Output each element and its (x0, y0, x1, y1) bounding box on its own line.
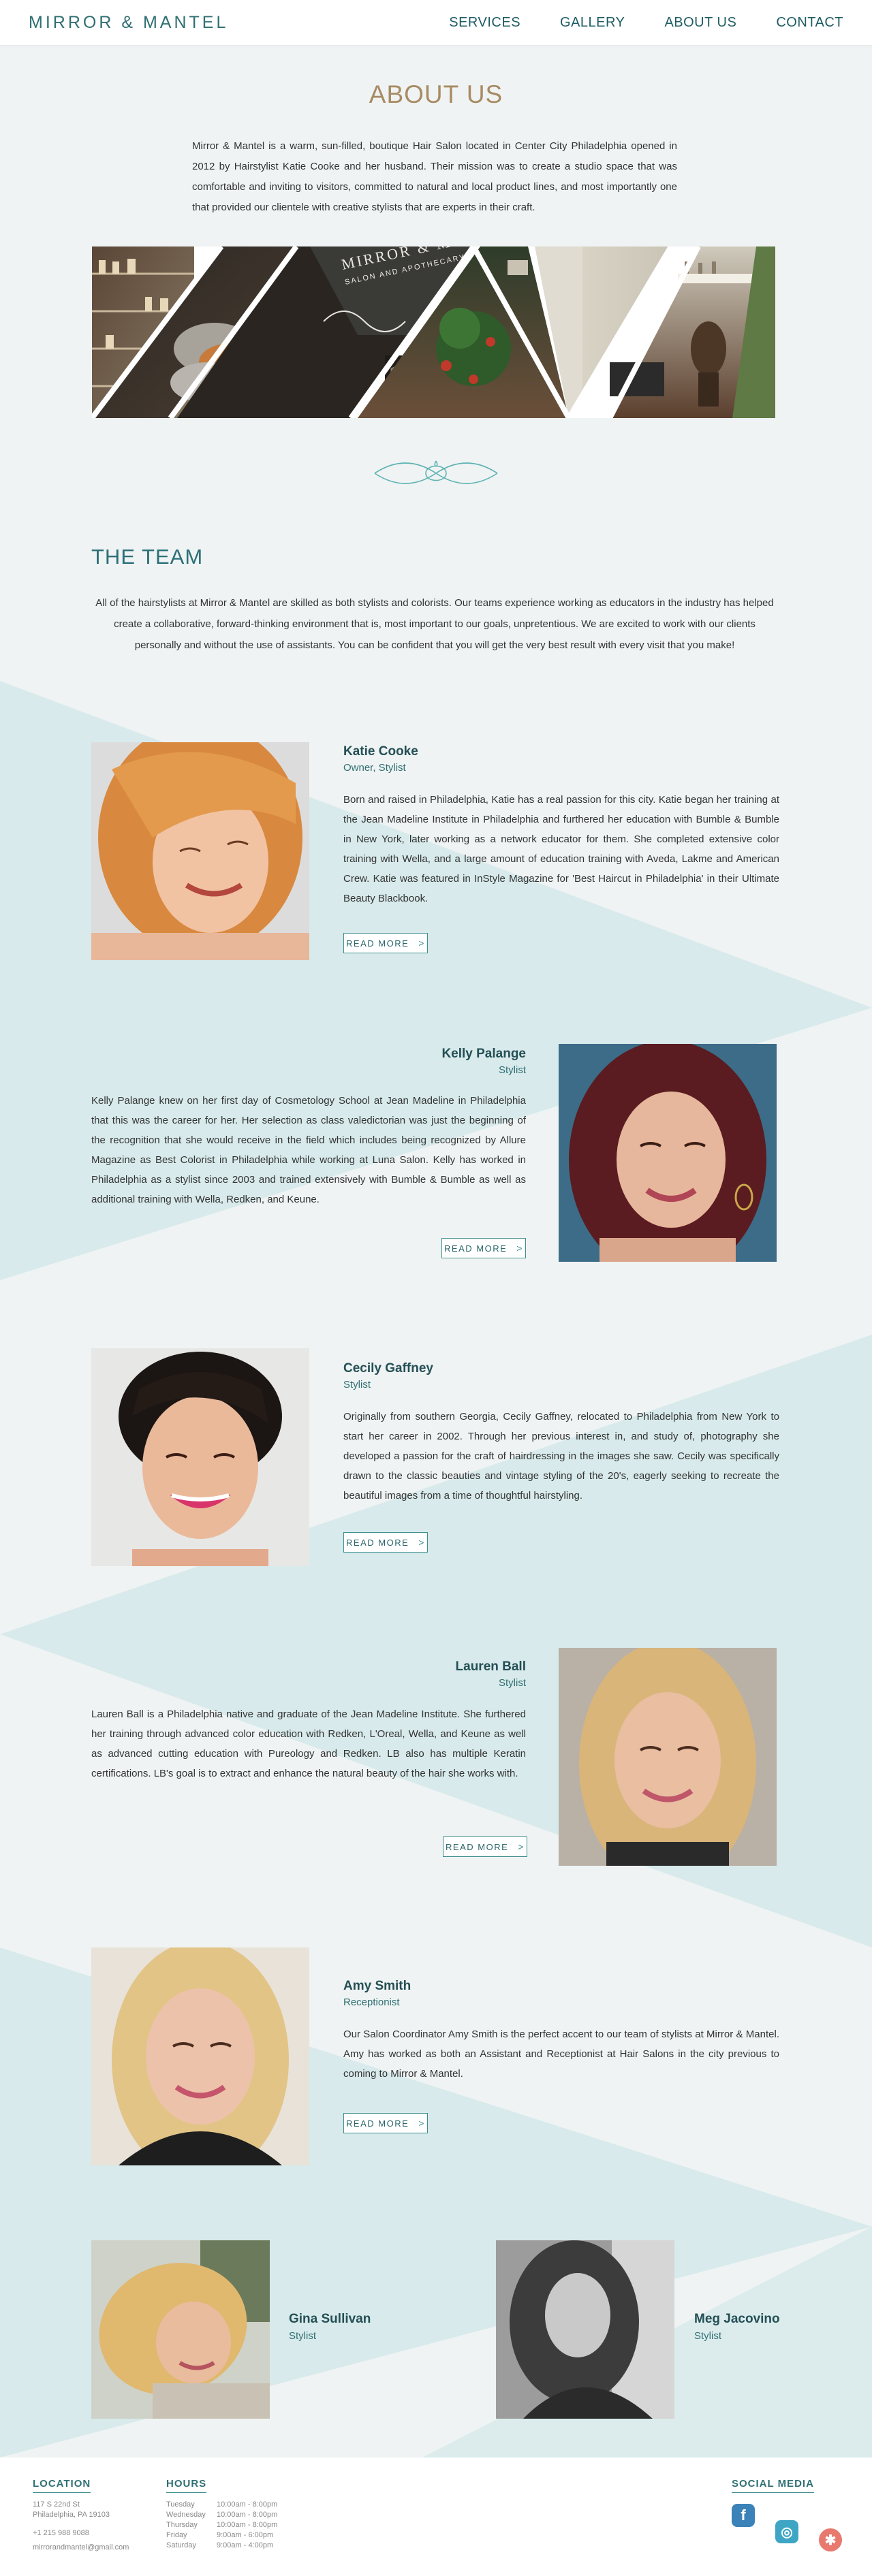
hours-row: Friday 9:00am - 6:00pm (166, 2530, 277, 2541)
member-bio: Lauren Ball is a Philadelphia native and… (91, 1708, 526, 1779)
hours-time: 10:00am - 8:00pm (217, 2521, 278, 2529)
chevron-right-icon: > (516, 1243, 523, 1254)
phone-link[interactable]: +1 215 988 9088 (33, 2528, 129, 2539)
hours-row: Tuesday 10:00am - 8:00pm (166, 2500, 277, 2510)
facebook-icon[interactable]: f (732, 2504, 755, 2527)
salon-photo-collage: MIRROR & MANTEL SALON AND APOTHECARY (92, 247, 775, 418)
read-more-button[interactable]: READ MORE > (343, 1532, 428, 1553)
chevron-right-icon: > (418, 1537, 425, 1548)
hours-table: Tuesday 10:00am - 8:00pm Wednesday 10:00am… (166, 2500, 277, 2551)
hours-time: 9:00am - 4:00pm (217, 2541, 274, 2549)
nav-gallery[interactable]: GALLERY (560, 15, 625, 31)
flourish-ornament (374, 460, 498, 484)
member-role: Receptionist (343, 1997, 400, 2008)
member-name: Katie Cooke (343, 744, 418, 759)
read-more-label: READ MORE (446, 1841, 509, 1852)
read-more-label: READ MORE (346, 2118, 409, 2129)
chevron-right-icon: > (418, 2118, 425, 2129)
member-bio: Our Salon Coordinator Amy Smith is the p… (343, 2029, 779, 2080)
gina-sullivan-photo (91, 2240, 270, 2419)
hours-row: Wednesday 10:00am - 8:00pm (166, 2510, 277, 2520)
read-more-label: READ MORE (444, 1243, 508, 1254)
location-heading: LOCATION (33, 2478, 91, 2493)
member-role: Stylist (694, 2330, 722, 2342)
address-city: Philadelphia, PA 19103 (33, 2511, 110, 2519)
team-title: THE TEAM (91, 545, 204, 569)
nav-about-us[interactable]: ABOUT US (664, 15, 736, 31)
hours-time: 9:00am - 6:00pm (217, 2531, 274, 2539)
hours-day: Tuesday (166, 2500, 195, 2509)
hours-time: 10:00am - 8:00pm (217, 2511, 278, 2519)
nav-services[interactable]: SERVICES (449, 15, 520, 31)
hours-heading: HOURS (166, 2478, 207, 2493)
nav-contact[interactable]: CONTACT (776, 15, 843, 31)
read-more-button[interactable]: READ MORE > (441, 1238, 526, 1258)
about-title: ABOUT US (369, 80, 503, 108)
site-footer: LOCATION 117 S 22nd St Philadelphia, PA … (0, 2458, 872, 2576)
member-name: Meg Jacovino (694, 2312, 780, 2326)
email-link[interactable]: mirrorandmantel@gmail.com (33, 2543, 129, 2553)
member-role: Stylist (498, 1064, 526, 1076)
member-name: Amy Smith (343, 1979, 411, 1993)
instagram-icon[interactable]: ◎ (775, 2520, 798, 2543)
member-role: Stylist (343, 1379, 371, 1390)
site-logo[interactable]: MIRROR & MANTEL (29, 13, 228, 33)
member-bio: Originally from southern Georgia, Cecily… (343, 1411, 779, 1501)
hours-row: Thursday 10:00am - 8:00pm (166, 2520, 277, 2530)
chevron-right-icon: > (518, 1841, 525, 1852)
main-nav: SERVICES GALLERY ABOUT US CONTACT (449, 15, 843, 31)
read-more-label: READ MORE (346, 938, 409, 949)
hours-day: Wednesday (166, 2511, 206, 2519)
page: MIRROR & MANTEL SERVICES GALLERY ABOUT U… (0, 0, 872, 2576)
site-header: MIRROR & MANTEL SERVICES GALLERY ABOUT U… (0, 0, 872, 45)
about-text: Mirror & Mantel is a warm, sun-filled, b… (192, 140, 677, 213)
member-role: Stylist (289, 2330, 317, 2342)
yelp-icon[interactable]: ✱ (819, 2528, 842, 2551)
member-name: Cecily Gaffney (343, 1361, 433, 1376)
hours-day: Thursday (166, 2521, 198, 2529)
chevron-right-icon: > (418, 938, 425, 949)
member-role: Owner, Stylist (343, 762, 406, 774)
read-more-button[interactable]: READ MORE > (343, 2113, 428, 2133)
member-bio: Kelly Palange knew on her first day of C… (91, 1095, 526, 1205)
read-more-label: READ MORE (346, 1537, 409, 1548)
hours-time: 10:00am - 8:00pm (217, 2500, 278, 2509)
member-name: Lauren Ball (455, 1659, 526, 1674)
meg-jacovino-photo (496, 2240, 674, 2419)
social-heading: SOCIAL MEDIA (732, 2478, 814, 2493)
hours-row: Saturday 9:00am - 4:00pm (166, 2541, 277, 2551)
kelly-palange-photo (559, 1044, 777, 1262)
member-role: Stylist (498, 1677, 526, 1689)
lauren-ball-photo (559, 1648, 777, 1866)
amy-smith-photo (91, 1947, 309, 2165)
read-more-button[interactable]: READ MORE > (343, 933, 428, 953)
cecily-gaffney-photo (91, 1348, 309, 1566)
hours-day: Friday (166, 2531, 187, 2539)
team-intro: All of the hairstylists at Mirror & Mant… (95, 597, 774, 651)
hours-day: Saturday (166, 2541, 197, 2549)
katie-cooke-photo (91, 742, 309, 960)
member-bio: Born and raised in Philadelphia, Katie h… (343, 794, 779, 904)
member-name: Gina Sullivan (289, 2312, 371, 2326)
read-more-button[interactable]: READ MORE > (443, 1836, 527, 1857)
member-name: Kelly Palange (441, 1047, 526, 1061)
address-street: 117 S 22nd St (33, 2500, 80, 2509)
location-details: 117 S 22nd St Philadelphia, PA 19103 +1 … (33, 2500, 129, 2553)
